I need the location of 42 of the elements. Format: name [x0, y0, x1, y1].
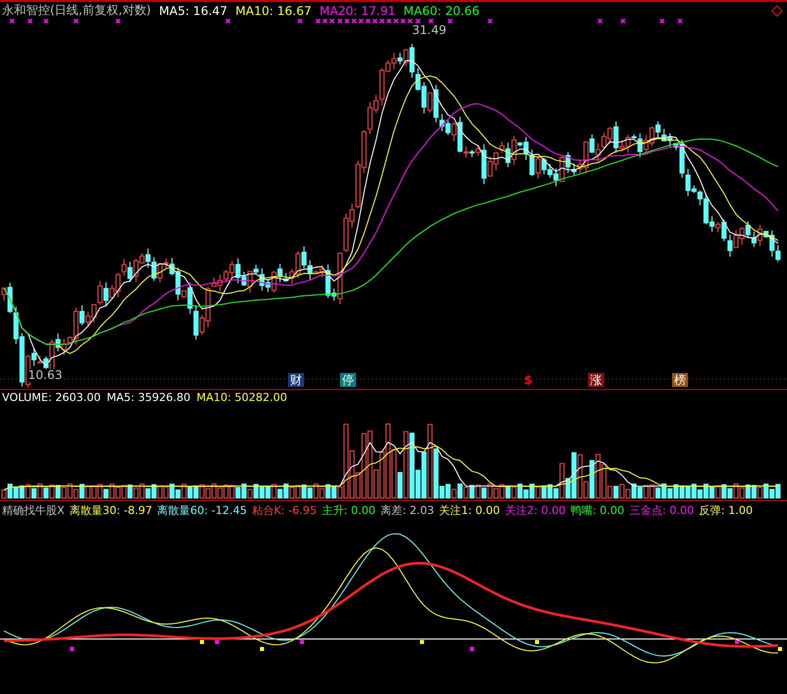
- indicator-value: 鸭嘴: 0.00: [570, 502, 624, 518]
- event-tag: $: [522, 373, 534, 387]
- volume-value: MA10: 50282.00: [196, 391, 288, 404]
- indicator-value: 离散量60: -12.45: [157, 502, 247, 518]
- event-tag: 停: [340, 373, 356, 387]
- cross-marker-icon: [659, 19, 665, 24]
- cross-marker-icon: [9, 19, 15, 24]
- moving-average-value: MA5: 16.47: [159, 4, 228, 18]
- indicator-value: 主升: 0.00: [322, 502, 376, 518]
- indicator-name: 精确找牛股X: [2, 502, 65, 518]
- cross-marker-icon: [115, 19, 121, 24]
- cross-marker-icon: [428, 19, 434, 24]
- indicator-value: 离差: 2.03: [380, 502, 434, 518]
- event-tag: 涨: [588, 373, 604, 387]
- high-price-label: 31.49: [412, 24, 446, 37]
- cross-marker-icon: [73, 19, 79, 24]
- cross-marker-icon: [620, 19, 626, 24]
- stock-title: 永和智控(日线,前复权,对数): [2, 2, 151, 19]
- indicator-value: 关注1: 0.00: [439, 502, 500, 518]
- moving-average-value: MA60: 20.66: [404, 4, 480, 18]
- cross-marker-icon: [487, 19, 493, 24]
- moving-average-value: MA20: 17.91: [319, 4, 396, 18]
- event-tag: 榜: [672, 373, 688, 387]
- cross-marker-icon: [597, 19, 603, 24]
- cross-marker-icon: [225, 19, 231, 24]
- cross-marker-icon: [447, 19, 453, 24]
- cross-marker-icon: [43, 19, 49, 24]
- indicator-value: 三金点: 0.00: [629, 502, 694, 518]
- cross-marker-icon: [27, 19, 33, 24]
- cross-marker-icon: [297, 19, 303, 24]
- moving-average-value: MA10: 16.67: [235, 4, 312, 18]
- indicator-value: 关注2: 0.00: [504, 502, 566, 518]
- indicator-value: 粘合K: -6.95: [252, 502, 317, 518]
- event-tag: 财: [288, 373, 304, 387]
- cross-marker-icon: [415, 19, 421, 24]
- indicator-value: 离散量30: -8.97: [70, 502, 152, 518]
- diamond-icon[interactable]: [771, 5, 783, 17]
- volume-value: MA5: 35926.80: [106, 391, 190, 404]
- indicator-value: 反弹: 1.00: [699, 502, 753, 518]
- low-price-label: 10.63: [28, 369, 62, 382]
- volume-value: VOLUME: 2603.00: [2, 391, 101, 404]
- cross-marker-icon: [677, 19, 683, 24]
